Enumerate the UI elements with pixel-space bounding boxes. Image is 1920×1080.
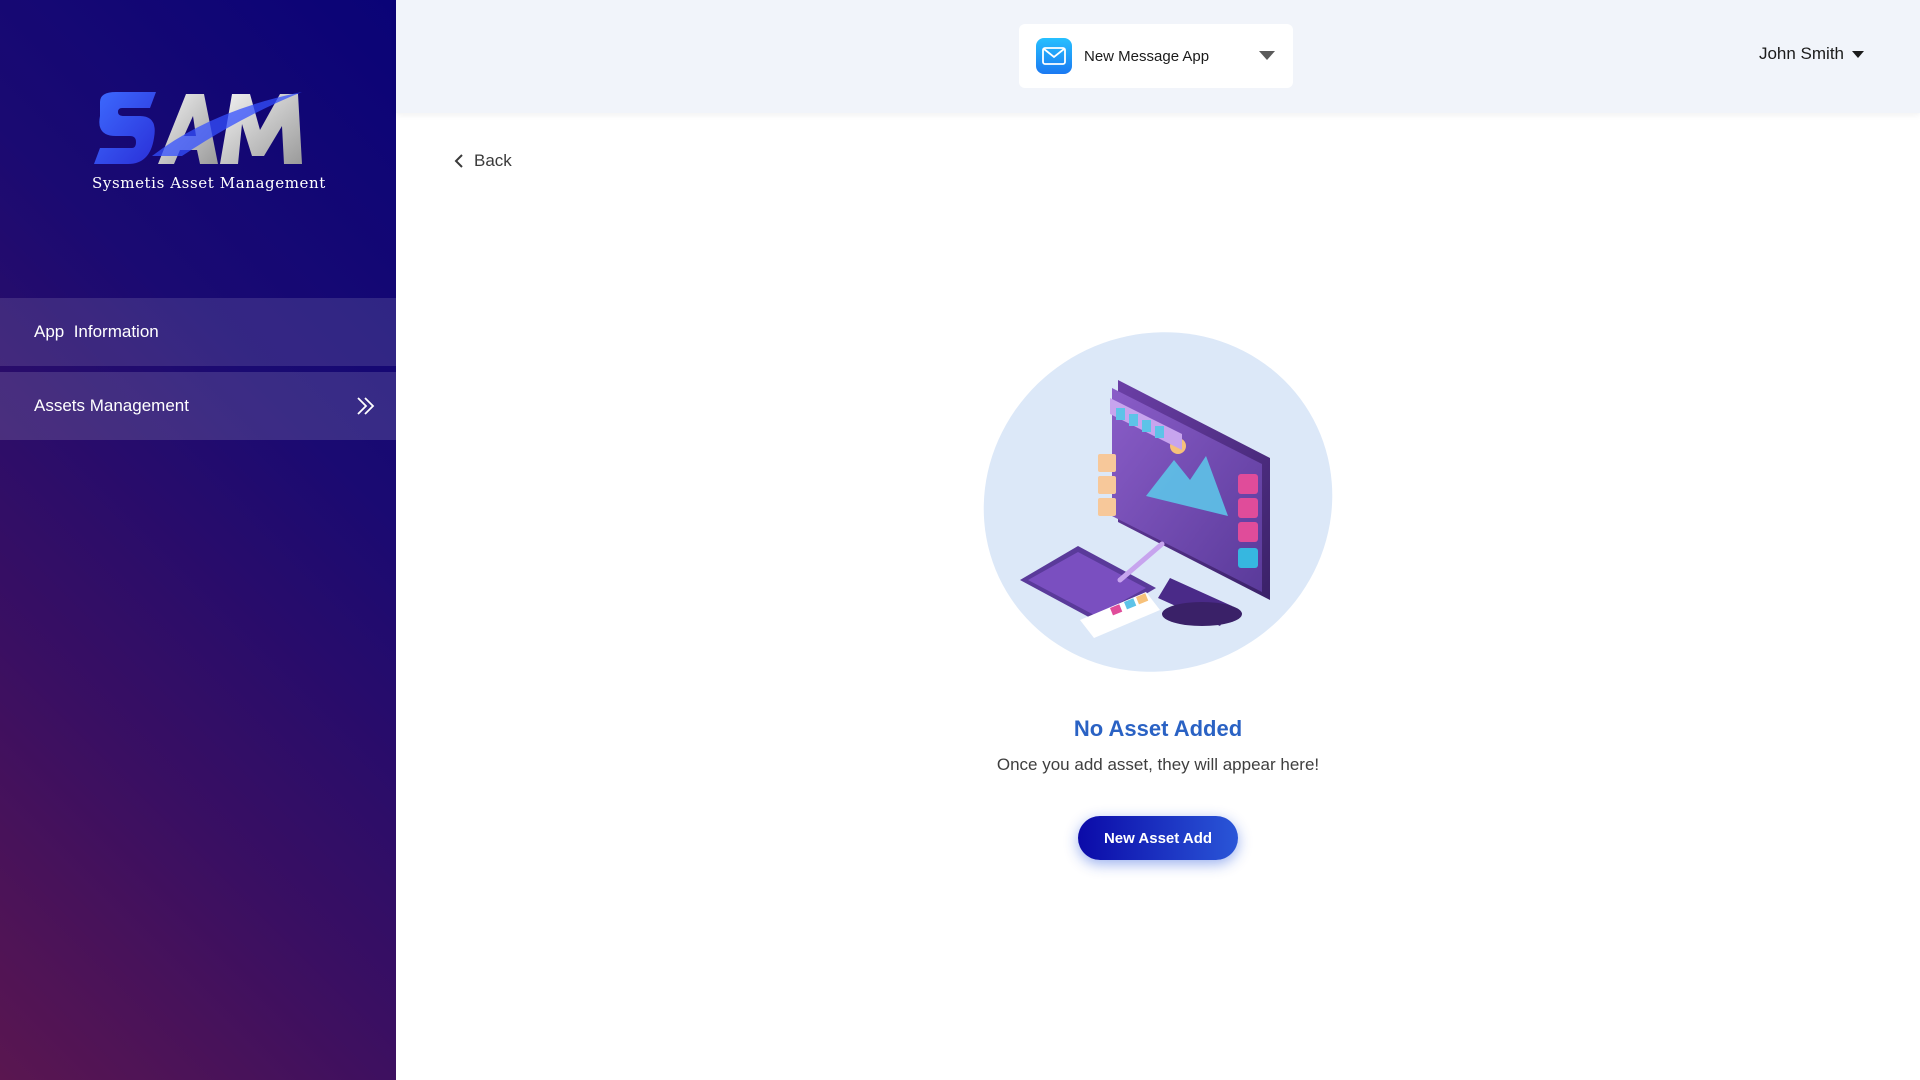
chevron-left-icon (454, 154, 463, 168)
sidebar-item-label: App Information (34, 322, 159, 341)
mail-icon (1036, 38, 1072, 74)
empty-state-subtitle: Once you add asset, they will appear her… (0, 755, 1920, 775)
empty-state-title: No Asset Added (0, 716, 1920, 742)
caret-down-icon (1852, 50, 1864, 58)
empty-state-title-text: No Asset Added (1073, 716, 1243, 741)
app-selector-dropdown[interactable]: New Message App (1019, 24, 1293, 88)
top-header: New Message App John Smith (396, 0, 1920, 113)
empty-state-subtitle-text: Once you add asset, they will appear her… (996, 755, 1320, 774)
caret-down-icon (1259, 51, 1275, 60)
new-asset-add-button[interactable]: New Asset Add (1078, 816, 1238, 860)
sidebar-item-label: Assets Management (34, 396, 189, 415)
sidebar: Sysmetis Asset Management App Informatio… (0, 0, 396, 1080)
computer-design-illustration (970, 330, 1350, 675)
sidebar-item-app-information[interactable]: App Information (0, 298, 396, 366)
user-name: John Smith (1758, 44, 1844, 63)
user-menu[interactable]: John Smith (1759, 44, 1864, 64)
app-selector-value: New Message App (1084, 47, 1210, 65)
logo-subtitle: Sysmetis Asset Management (92, 174, 326, 192)
sidebar-item-assets-management[interactable]: Assets Management (0, 372, 396, 440)
back-label: Back (474, 151, 512, 170)
back-link[interactable]: Back (454, 151, 512, 171)
sam-logo[interactable]: Sysmetis Asset Management (92, 90, 326, 195)
double-chevron-right-icon (357, 397, 375, 415)
sam-logo-mark (94, 92, 302, 164)
